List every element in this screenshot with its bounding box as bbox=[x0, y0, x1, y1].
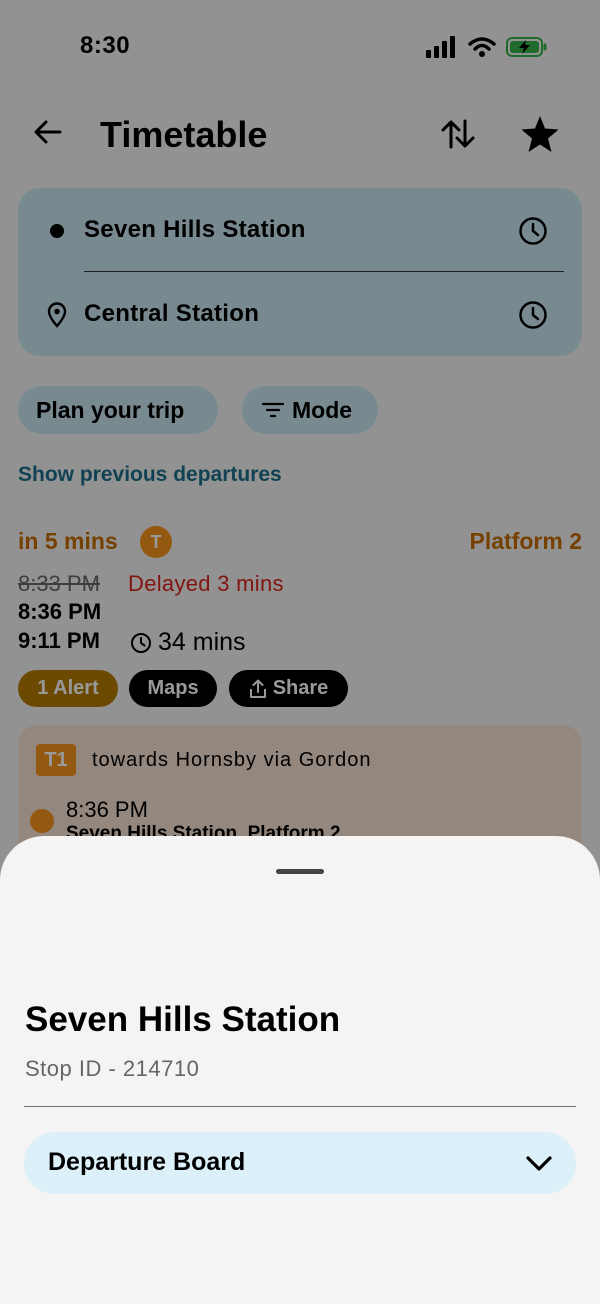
sheet-divider bbox=[24, 1106, 576, 1107]
sheet-drag-handle[interactable] bbox=[276, 869, 324, 874]
stop-id: Stop ID - 214710 bbox=[25, 1056, 200, 1081]
departure-board-dropdown[interactable]: Departure Board bbox=[24, 1132, 576, 1194]
dropdown-label: Departure Board bbox=[48, 1148, 246, 1176]
stop-name: Seven Hills Station bbox=[25, 1000, 341, 1039]
chevron-down-icon bbox=[526, 1156, 552, 1171]
stop-bottom-sheet: Seven Hills Station Stop ID - 214710 Dep… bbox=[0, 836, 600, 1304]
